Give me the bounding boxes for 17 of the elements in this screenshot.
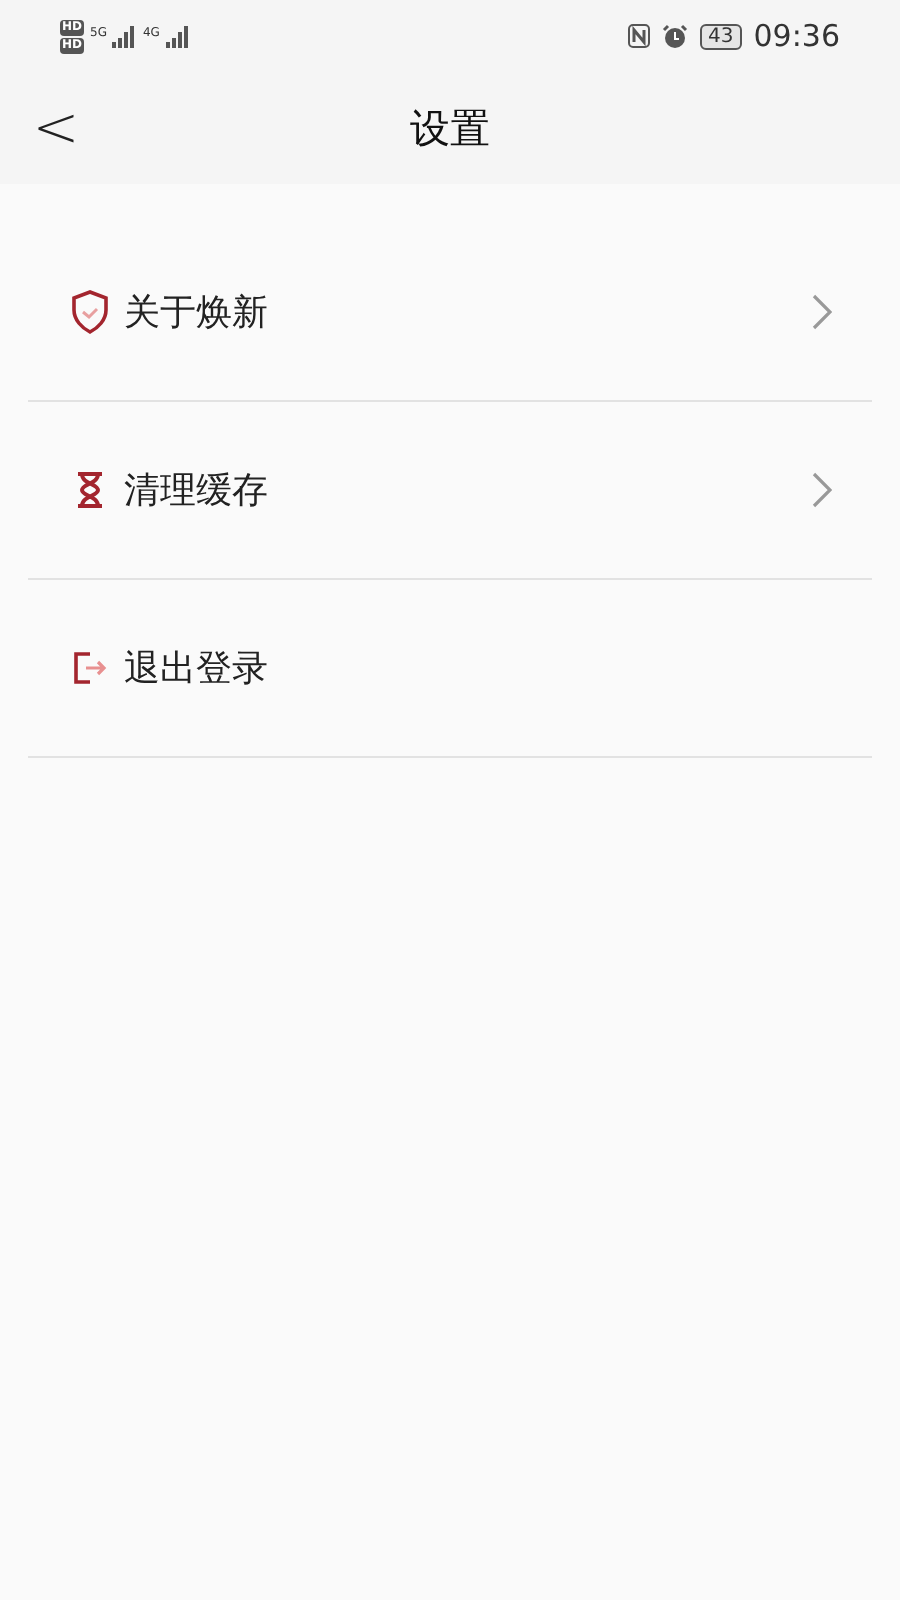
signal-icon [112,24,137,48]
settings-row[interactable]: 关于焕新 [28,224,872,402]
signal-icon [165,24,190,48]
back-button[interactable]: < [28,92,84,164]
row-label: 退出登录 [124,645,270,693]
exit-icon [72,650,108,686]
shield-icon [70,290,110,334]
row-label: 关于焕新 [124,289,270,337]
nfc-icon [628,24,651,48]
row-label: 清理缓存 [124,467,270,515]
battery-level: 43 [700,23,742,49]
settings-row[interactable]: 退出登录 [28,580,872,758]
page-title: 设置 [410,102,490,156]
settings-row[interactable]: 清理缓存 [28,402,872,580]
hourglass-icon [76,472,104,508]
alarm-icon [662,23,689,49]
clock-time: 09:36 [753,15,840,58]
